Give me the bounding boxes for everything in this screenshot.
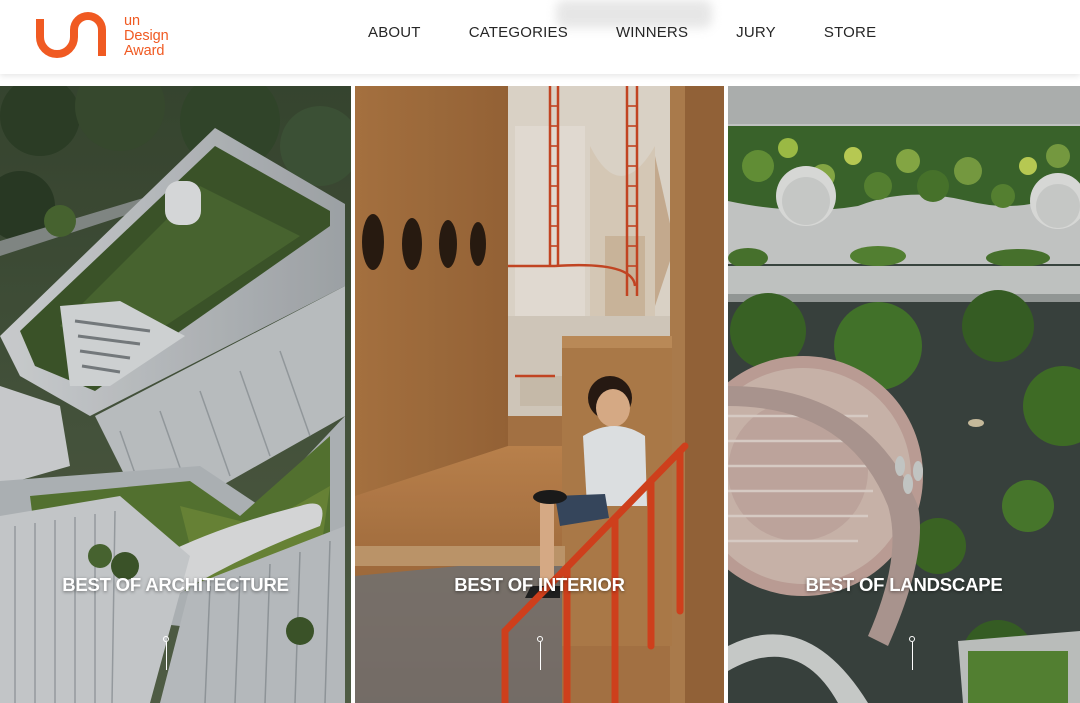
nav-jury[interactable]: JURY bbox=[736, 24, 776, 41]
category-panels: BEST OF ARCHITECTURE BEST OF INTERIOR BE… bbox=[0, 86, 1080, 703]
logo-line-award: Award bbox=[124, 42, 165, 59]
un-logo-icon bbox=[36, 12, 106, 58]
logo-line-design: Design bbox=[124, 27, 169, 44]
panel-interior[interactable]: BEST OF INTERIOR bbox=[355, 86, 724, 703]
panel-architecture[interactable]: BEST OF ARCHITECTURE bbox=[0, 86, 351, 703]
main-nav: ABOUT CATEGORIES WINNERS JURY STORE bbox=[368, 24, 876, 41]
panel-landscape[interactable]: BEST OF LANDSCAPE bbox=[728, 86, 1080, 703]
nav-store[interactable]: STORE bbox=[824, 24, 876, 41]
logo-wordmark: un Design Award bbox=[124, 12, 169, 59]
scroll-down-indicator-icon bbox=[909, 636, 915, 672]
logo-line-un: un bbox=[124, 12, 140, 29]
site-header: un Design Award ABOUT CATEGORIES WINNERS… bbox=[0, 0, 1080, 74]
architecture-image bbox=[0, 86, 351, 703]
nav-winners[interactable]: WINNERS bbox=[616, 24, 688, 41]
landscape-image bbox=[728, 86, 1080, 703]
panel-label-architecture: BEST OF ARCHITECTURE bbox=[62, 574, 289, 595]
scroll-down-indicator-icon bbox=[537, 636, 543, 672]
panel-label-landscape: BEST OF LANDSCAPE bbox=[805, 574, 1003, 595]
nav-about[interactable]: ABOUT bbox=[368, 24, 421, 41]
panel-label-interior: BEST OF INTERIOR bbox=[454, 574, 625, 595]
site-logo[interactable]: un Design Award bbox=[34, 10, 169, 60]
scroll-down-indicator-icon bbox=[163, 636, 169, 672]
interior-image bbox=[355, 86, 724, 703]
nav-categories[interactable]: CATEGORIES bbox=[469, 24, 568, 41]
